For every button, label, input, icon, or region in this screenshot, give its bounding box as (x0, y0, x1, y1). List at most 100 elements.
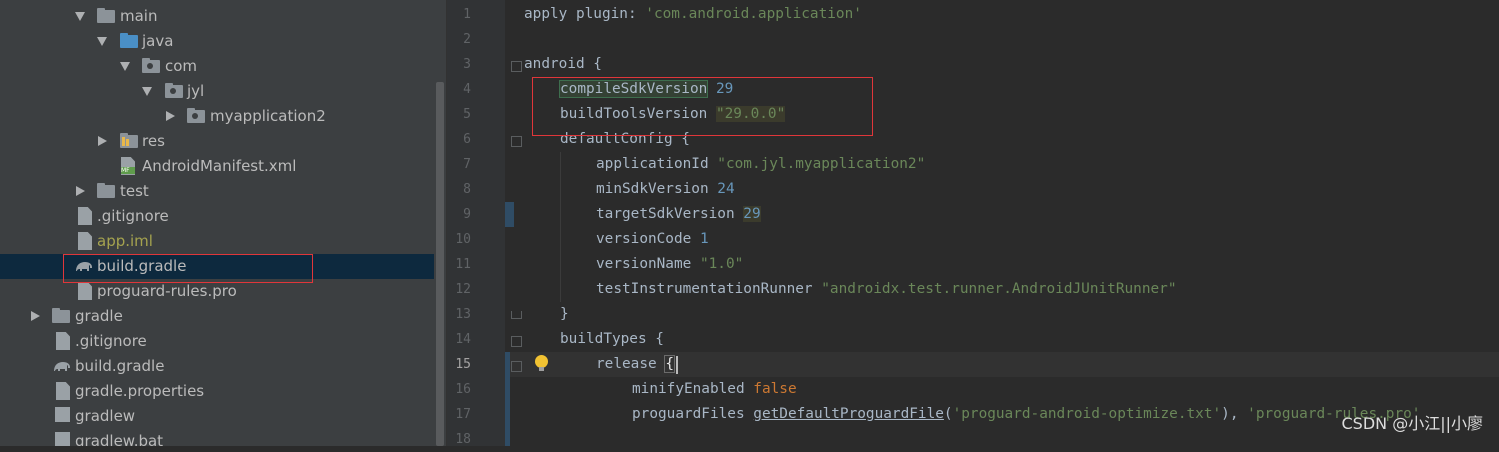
tree-item-gitignore-root[interactable]: .gitignore (0, 329, 434, 354)
folder-icon (97, 8, 115, 23)
watermark-text: CSDN @小江||小廖 (1341, 414, 1484, 433)
code-line-14: buildTypes { (560, 331, 664, 347)
gitignore-file-icon (78, 207, 92, 225)
text-caret (676, 356, 678, 374)
code-line-8: minSdkVersion 24 (596, 181, 735, 197)
code-line-16: minifyEnabled false (632, 381, 797, 397)
tree-item-label: res (142, 132, 165, 150)
iml-file-icon (78, 232, 92, 250)
line-number: 13 (455, 307, 471, 322)
tree-item-label: proguard-rules.pro (97, 282, 237, 300)
tree-item-label: .gitignore (97, 207, 169, 225)
tree-item-label: build.gradle (75, 357, 165, 375)
tree-item-gradle-properties[interactable]: gradle.properties (0, 379, 434, 404)
chevron-down-icon[interactable] (142, 87, 152, 96)
code-line-11: versionName "1.0" (596, 256, 744, 272)
gradle-elephant-icon (54, 362, 70, 371)
line-number: 16 (455, 382, 471, 397)
line-number: 18 (455, 432, 471, 447)
fold-marker-icon[interactable] (511, 336, 522, 347)
code-editor[interactable]: 1 2 3 4 5 6 7 8 9 10 11 12 13 14 15 16 1… (447, 0, 1499, 447)
indent-guide (560, 152, 561, 302)
code-line-15: release { (596, 355, 675, 373)
tree-item-label: java (142, 32, 174, 50)
line-number: 5 (463, 107, 471, 122)
chevron-down-icon[interactable] (120, 62, 130, 71)
tree-item-label: com (165, 57, 198, 75)
package-icon (187, 108, 205, 123)
tree-item-label: .gitignore (75, 332, 147, 350)
tree-item-jyl[interactable]: jyl (0, 79, 434, 104)
fold-end-marker-icon[interactable] (511, 311, 522, 319)
tree-item-gradle-folder[interactable]: gradle (0, 304, 434, 329)
manifest-file-icon: MF (121, 157, 135, 175)
tree-item-com[interactable]: com (0, 54, 434, 79)
code-line-3: android { (524, 56, 602, 72)
script-file-icon (55, 407, 70, 422)
code-line-10: versionCode 1 (596, 231, 709, 247)
code-line-12: testInstrumentationRunner "androidx.test… (596, 281, 1177, 297)
project-tree-panel: main java com jyl myapplication2 res MF … (0, 0, 434, 446)
chevron-down-icon[interactable] (75, 12, 85, 21)
line-number: 10 (455, 232, 471, 247)
line-number: 2 (463, 32, 471, 47)
annotation-box-build-gradle (63, 254, 313, 283)
tree-item-build-gradle-root[interactable]: build.gradle (0, 354, 434, 379)
text-file-icon (78, 282, 92, 300)
change-marker (505, 352, 510, 446)
line-number: 9 (463, 207, 471, 222)
tree-item-label: AndroidManifest.xml (142, 157, 297, 175)
tree-item-gitignore[interactable]: .gitignore (0, 204, 434, 229)
line-number: 8 (463, 182, 471, 197)
folder-icon (97, 183, 115, 198)
tree-item-java[interactable]: java (0, 29, 434, 54)
tree-item-label: main (120, 7, 158, 25)
tree-item-label: gradle (75, 307, 123, 325)
annotation-box-sdk-versions (532, 77, 873, 136)
chevron-right-icon[interactable] (76, 186, 85, 196)
line-number: 11 (455, 257, 471, 272)
properties-file-icon (56, 382, 70, 400)
chevron-right-icon[interactable] (166, 111, 175, 121)
tree-item-res[interactable]: res (0, 129, 434, 154)
line-number: 14 (455, 332, 471, 347)
line-number: 3 (463, 57, 471, 72)
tree-item-label: gradlew (75, 407, 136, 425)
line-number-current: 15 (455, 357, 471, 372)
tree-item-label: test (120, 182, 149, 200)
tree-item-androidmanifest[interactable]: MF AndroidManifest.xml (0, 154, 434, 179)
tree-item-test[interactable]: test (0, 179, 434, 204)
package-icon (165, 83, 183, 98)
fold-marker-icon[interactable] (511, 361, 522, 372)
fold-marker-icon[interactable] (511, 136, 522, 147)
tree-scrollbar-thumb[interactable] (436, 82, 444, 446)
tree-item-main[interactable]: main (0, 4, 434, 29)
chevron-right-icon[interactable] (31, 311, 40, 321)
code-line-7: applicationId "com.jyl.myapplication2" (596, 156, 926, 172)
tree-item-label: gradlew.bat (75, 432, 164, 446)
tree-item-app-iml[interactable]: app.iml (0, 229, 434, 254)
chevron-right-icon[interactable] (98, 136, 107, 146)
tree-item-gradlew[interactable]: gradlew (0, 404, 434, 429)
lightbulb-icon[interactable] (535, 355, 548, 371)
line-number: 4 (463, 82, 471, 97)
gitignore-file-icon (56, 332, 70, 350)
code-line-17: proguardFiles getDefaultProguardFile('pr… (632, 406, 1421, 422)
chevron-down-icon[interactable] (97, 37, 107, 46)
resources-folder-icon (120, 133, 138, 148)
tree-item-gradlew-bat[interactable]: gradlew.bat (0, 429, 434, 446)
line-number: 12 (455, 282, 471, 297)
code-line-9: targetSdkVersion 29 (596, 206, 761, 222)
line-number: 7 (463, 157, 471, 172)
tree-scrollbar[interactable] (434, 0, 446, 446)
tree-item-label: app.iml (97, 232, 153, 250)
tree-item-label: myapplication2 (210, 107, 326, 125)
tree-item-myapplication2[interactable]: myapplication2 (0, 104, 434, 129)
fold-marker-icon[interactable] (511, 61, 522, 72)
source-folder-icon (120, 33, 138, 48)
tree-item-label: jyl (187, 82, 205, 100)
tree-item-label: gradle.properties (75, 382, 205, 400)
package-icon (142, 58, 160, 73)
code-line-1: apply plugin: 'com.android.application' (524, 6, 862, 22)
code-line-13: } (560, 306, 569, 322)
